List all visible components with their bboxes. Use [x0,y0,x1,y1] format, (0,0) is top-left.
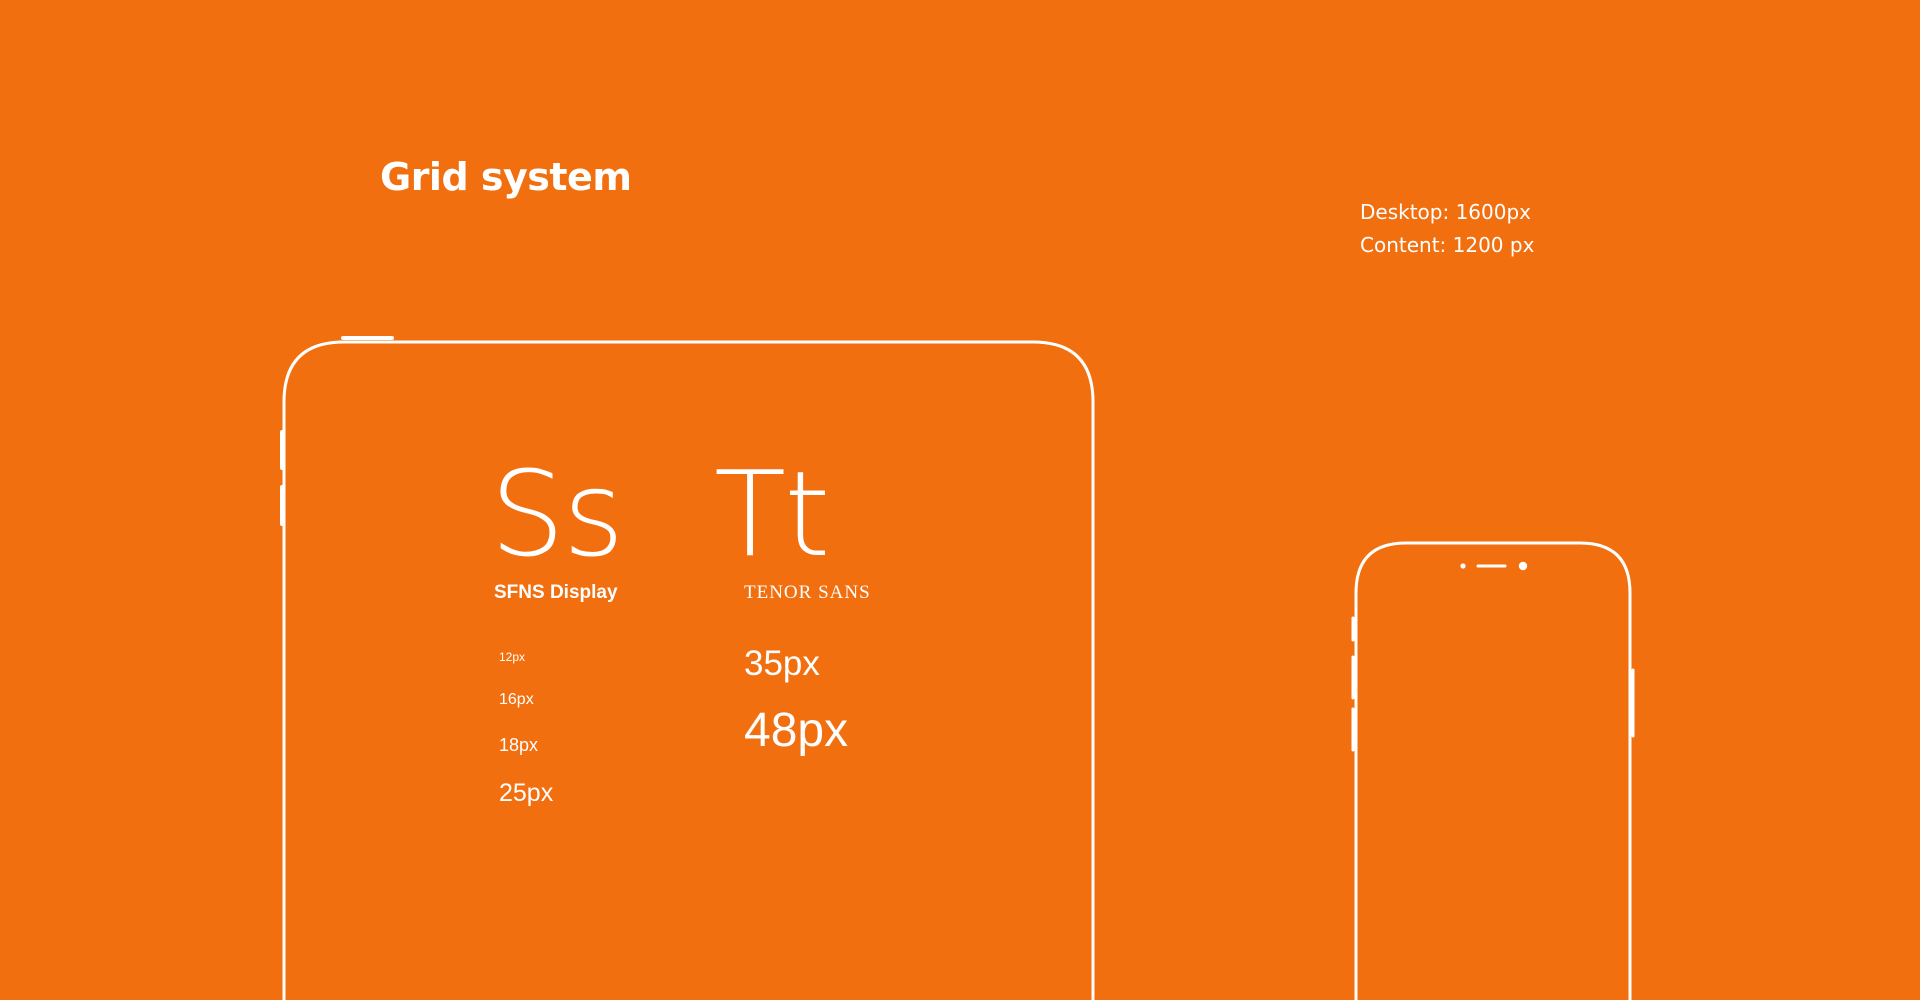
device-illustrations [280,336,1635,1000]
tablet-outline-icon [280,336,1095,1000]
secondary-font-name: TENOR SANS [744,582,871,603]
size-label-48: 48px [744,704,849,757]
primary-font-name: SFNS Display [494,582,618,603]
phone-camera-dot [1518,561,1528,571]
phone-outline-icon [1351,541,1635,1000]
size-label-16: 16px [499,691,534,708]
primary-font-sample: Ss [490,445,624,583]
size-label-12: 12px [499,650,526,664]
secondary-font-sample: Tt [714,445,830,583]
size-label-35: 35px [744,644,820,683]
size-label-18: 18px [499,735,539,755]
size-label-25: 25px [499,779,554,807]
phone-sensor-dot [1460,563,1466,569]
